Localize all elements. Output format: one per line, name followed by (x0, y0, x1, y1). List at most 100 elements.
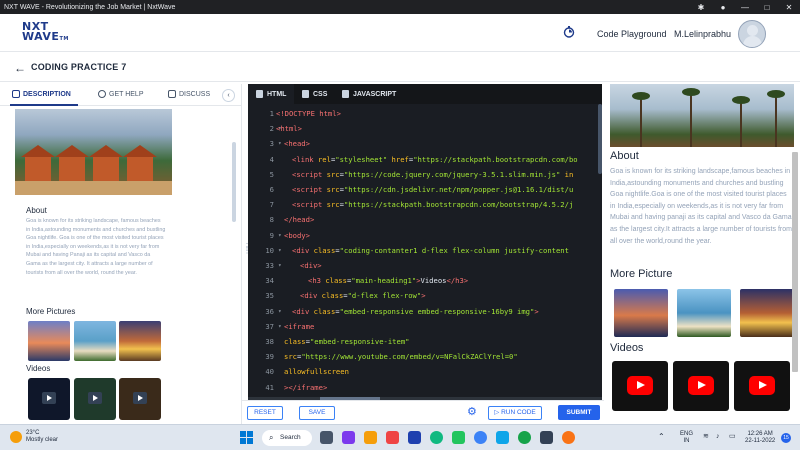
chat-icon (168, 90, 176, 98)
terminal-icon[interactable] (540, 431, 553, 444)
close-button[interactable]: ✕ (778, 3, 800, 12)
code-line[interactable]: 9 ▾ <body> (248, 228, 602, 243)
window-title: NXT WAVE - Revolutionizing the Job Marke… (4, 3, 176, 11)
uget-icon[interactable] (430, 431, 443, 444)
task-view-icon[interactable] (320, 431, 333, 444)
chat-app-icon[interactable] (342, 431, 355, 444)
code-line[interactable]: 10 ▾ <div class="coding-contanter1 d-flex … (248, 243, 602, 258)
preview-picture-thumbnail (677, 289, 731, 337)
word-icon[interactable] (408, 431, 421, 444)
preview-scrollbar[interactable] (792, 152, 798, 372)
code-line[interactable]: 38 class="embed-responsive-item" (248, 334, 602, 349)
save-button[interactable]: SAVE (299, 406, 335, 420)
code-editor[interactable]: HTML CSS JAVASCRIPT 1 <!DOCTYPE html> 2 ▾ <h… (248, 84, 602, 397)
preview-video-thumbnail[interactable] (734, 361, 790, 411)
weather-widget[interactable]: 23°C Mostly clear (10, 430, 58, 444)
run-code-button[interactable]: ▷ RUN CODE (488, 406, 542, 420)
run-code-label: RUN CODE (501, 409, 536, 416)
extensions-icon[interactable]: ✱ (690, 3, 712, 12)
user-name[interactable]: M.Lelinprabhu (674, 29, 731, 39)
gear-icon[interactable]: ⚙ (467, 406, 477, 418)
notification-badge[interactable]: 15 (781, 433, 791, 443)
code-line[interactable]: 4 <link rel="stylesheet" href="https://st… (248, 152, 602, 167)
code-line[interactable]: 7 <script src="https://stackpath.bootstra… (248, 197, 602, 212)
spotify-icon[interactable] (518, 431, 531, 444)
code-line[interactable]: 6 <script src="https://cdn.jsdelivr.net/n… (248, 182, 602, 197)
code-line[interactable]: 2 ▾ <html> (248, 121, 602, 136)
editor-vertical-scrollbar[interactable] (598, 104, 602, 174)
fold-arrow-icon[interactable]: ▾ (278, 319, 282, 334)
submit-button[interactable]: SUBMIT (558, 405, 600, 420)
clock[interactable]: 12:26 AM 22-11-2022 (745, 431, 775, 445)
code-line[interactable]: 34 <h3 class="main-heading1">Videos</h3> (248, 273, 602, 288)
video-thumbnail[interactable] (119, 378, 161, 420)
line-number: 10 (265, 245, 274, 255)
html5-icon (256, 90, 263, 98)
tab-css-label: CSS (313, 90, 328, 98)
mail-icon[interactable] (496, 431, 509, 444)
reset-button[interactable]: RESET (247, 406, 283, 420)
code-line[interactable]: 37 ▾ <iframe (248, 319, 602, 334)
code-line[interactable]: 1 <!DOCTYPE html> (248, 106, 602, 121)
fold-arrow-icon[interactable]: ▾ (278, 228, 282, 243)
tab-css[interactable]: CSS (302, 84, 327, 104)
taskbar-search[interactable]: Search (262, 430, 312, 446)
language-indicator[interactable]: ENG IN (680, 431, 693, 445)
code-line[interactable]: 8 </head> (248, 212, 602, 227)
chrome-icon[interactable] (562, 431, 575, 444)
file-explorer-icon[interactable] (364, 431, 377, 444)
line-number: 1 (269, 109, 274, 118)
maximize-button[interactable]: □ (756, 3, 778, 12)
battery-icon[interactable]: ▭ (729, 433, 736, 440)
windows-start-icon[interactable] (240, 431, 253, 444)
preview-video-thumbnail[interactable] (673, 361, 729, 411)
tab-javascript[interactable]: JAVASCRIPT (342, 84, 396, 104)
code-line[interactable]: 36 ▾ <div class="embed-responsive embed-re… (248, 304, 602, 319)
tab-discuss[interactable]: DISCUSS (168, 90, 210, 98)
brave-browser-icon[interactable] (386, 431, 399, 444)
avatar[interactable] (738, 20, 766, 48)
nxtwave-logo[interactable]: NXT WAVETM (22, 21, 69, 44)
code-text: <script src="https://code.jquery.com/jqu… (292, 169, 574, 179)
tray-chevron-icon[interactable]: ⌃ (658, 433, 665, 441)
video-thumbnail[interactable] (74, 378, 116, 420)
profile-icon[interactable]: ● (712, 3, 734, 12)
video-thumbnail[interactable] (28, 378, 70, 420)
code-area[interactable]: 1 <!DOCTYPE html> 2 ▾ <html> 3 ▾ <head> 4 <link r… (248, 104, 602, 397)
active-tab-indicator (10, 104, 78, 106)
back-arrow-icon[interactable]: ← (14, 61, 26, 75)
volume-icon[interactable]: ♪ (716, 433, 720, 440)
css3-icon (302, 90, 309, 98)
minimize-button[interactable]: — (734, 3, 756, 12)
code-line[interactable]: 40 allowfullscreen (248, 364, 602, 379)
excel-icon[interactable] (452, 431, 465, 444)
palm-frond (732, 96, 750, 104)
fold-arrow-icon[interactable]: ▾ (278, 136, 282, 151)
fold-arrow-icon[interactable]: ▾ (278, 258, 282, 273)
fold-arrow-icon[interactable]: ▾ (278, 243, 282, 258)
tab-html[interactable]: HTML (248, 84, 295, 104)
line-number: 6 (269, 185, 274, 194)
tab-get-help[interactable]: GET HELP (98, 90, 144, 98)
code-line[interactable]: 39 src="https://www.youtube.com/embed/v=N… (248, 349, 602, 364)
preview-video-thumbnail[interactable] (612, 361, 668, 411)
code-line[interactable]: 3 ▾ <head> (248, 136, 602, 151)
tab-description[interactable]: DESCRIPTION (12, 90, 71, 98)
line-number: 4 (269, 154, 274, 164)
description-scrollbar[interactable] (232, 142, 236, 222)
timer-icon[interactable] (563, 26, 575, 38)
picture-thumbnail (74, 321, 116, 361)
fold-arrow-icon[interactable]: ▾ (278, 304, 282, 319)
code-line[interactable]: 33 ▾ <div> (248, 258, 602, 273)
palm-trunk (775, 95, 777, 147)
code-playground-link[interactable]: Code Playground (597, 29, 667, 39)
preview-panel: About Goa is known for its striking land… (604, 84, 800, 424)
vpn-icon[interactable] (474, 431, 487, 444)
wifi-icon[interactable]: ≋ (703, 433, 709, 440)
editor-tabs: HTML CSS JAVASCRIPT (248, 84, 602, 104)
collapse-panel-button[interactable]: ‹ (222, 89, 235, 102)
code-line[interactable]: 41 ></iframe> (248, 380, 602, 395)
code-line[interactable]: 5 <script src="https://code.jquery.com/jq… (248, 167, 602, 182)
code-line[interactable]: 35 <div class="d-flex flex-row"> (248, 288, 602, 303)
hut-shape (89, 145, 123, 181)
